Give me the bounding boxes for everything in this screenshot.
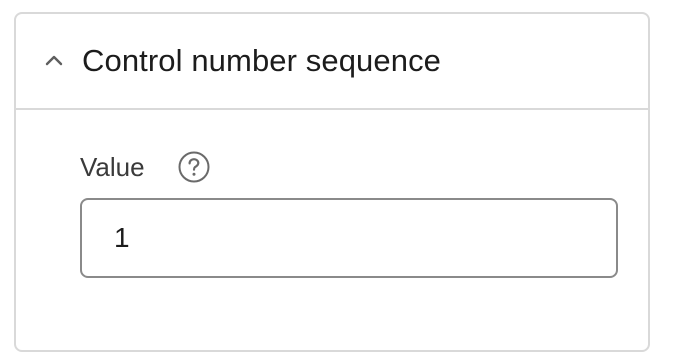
value-input[interactable] — [80, 198, 618, 278]
value-field-label: Value — [80, 151, 145, 182]
chevron-up-icon[interactable] — [40, 47, 68, 75]
field-label-row: Value — [80, 150, 211, 184]
question-circle-icon[interactable] — [177, 150, 211, 184]
panel-header-toggle[interactable]: Control number sequence — [16, 14, 648, 110]
control-number-sequence-panel: Control number sequence Value — [14, 12, 650, 352]
panel-title: Control number sequence — [82, 43, 442, 78]
